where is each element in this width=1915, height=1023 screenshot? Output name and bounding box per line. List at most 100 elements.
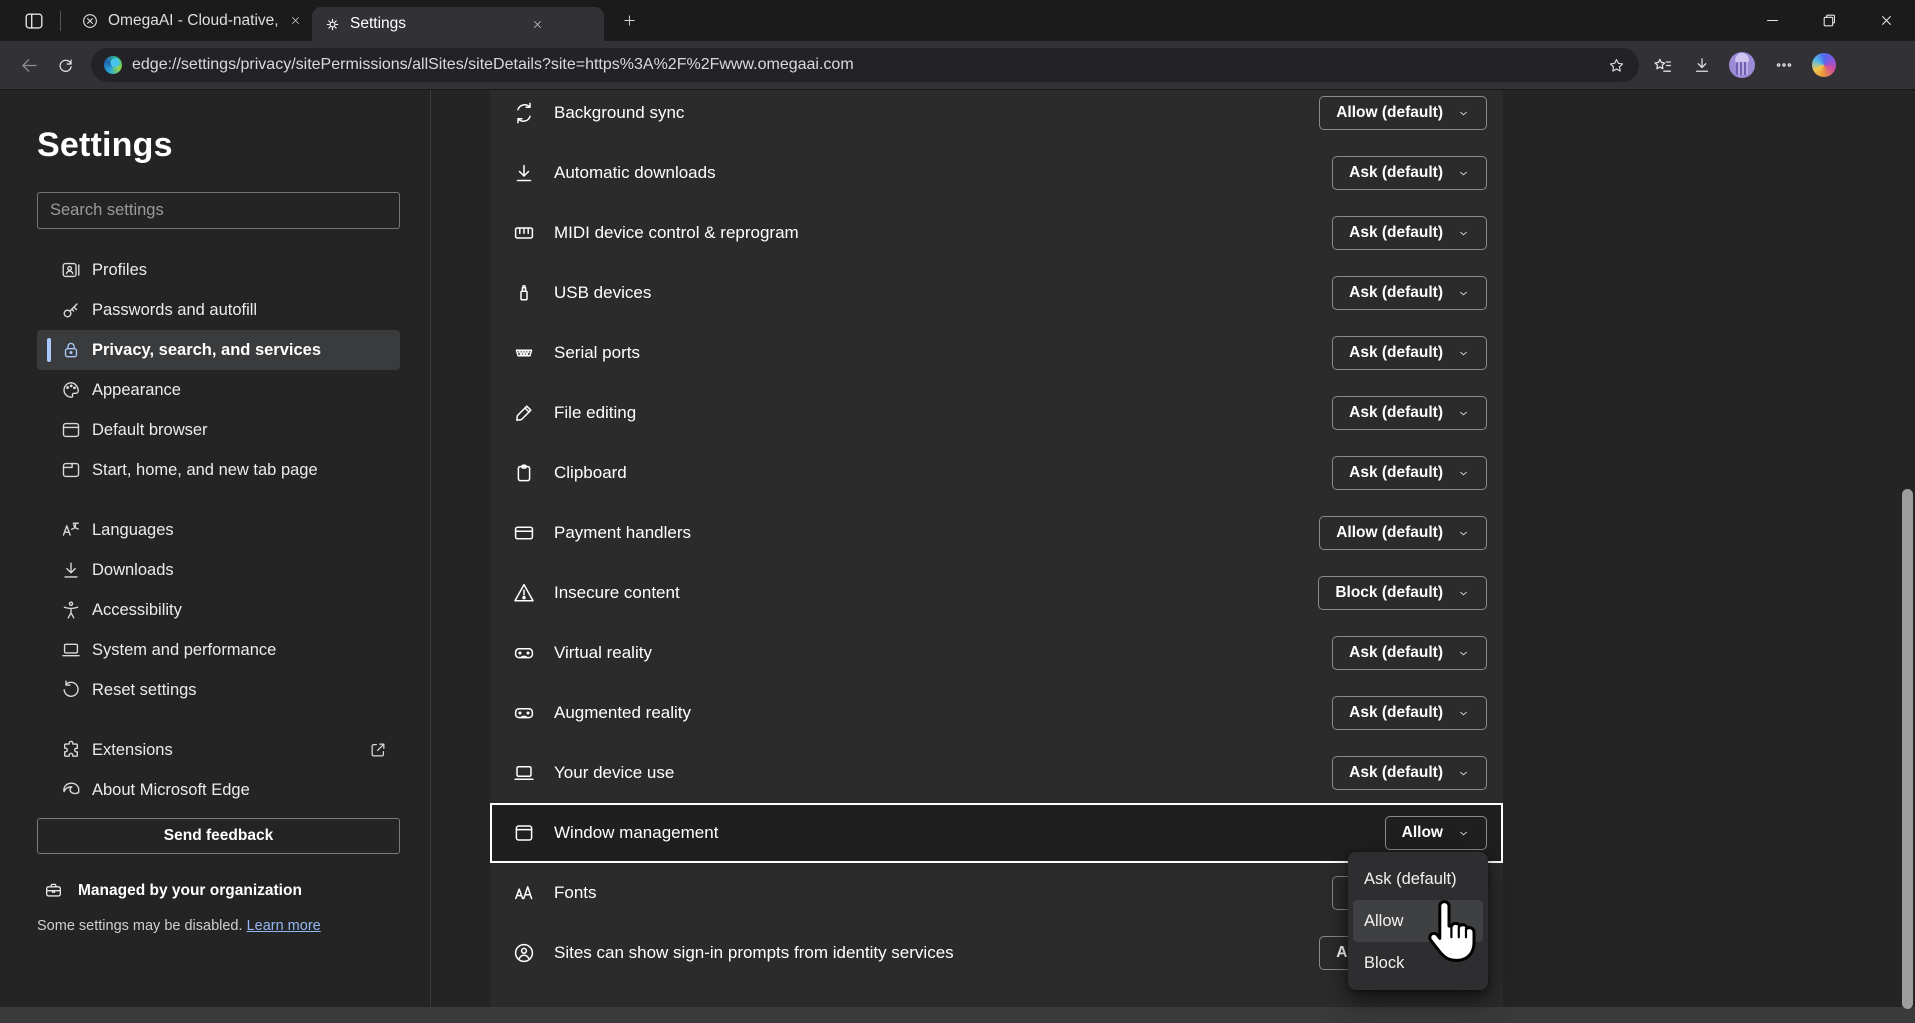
- sidebar-divider: [430, 90, 431, 1007]
- omegaai-favicon: [81, 12, 99, 30]
- tab-close-icon[interactable]: [531, 18, 544, 31]
- sidebar-item-system-and-performance[interactable]: System and performance: [37, 630, 400, 670]
- refresh-icon: [56, 56, 75, 75]
- sidebar-item-extensions[interactable]: Extensions: [37, 730, 400, 770]
- minimize-button[interactable]: [1744, 0, 1801, 41]
- edge-logo-icon: [60, 779, 82, 801]
- learn-more-link[interactable]: Learn more: [247, 918, 321, 934]
- sidebar-item-default-browser[interactable]: Default browser: [37, 410, 400, 450]
- permission-label: Insecure content: [554, 583, 680, 603]
- permission-dropdown-button[interactable]: Ask (default): [1332, 216, 1487, 250]
- clipboard-icon: [512, 461, 536, 485]
- permission-label: Automatic downloads: [554, 163, 716, 183]
- profile-card-icon: [60, 259, 82, 281]
- usb-icon: [512, 281, 536, 305]
- tab-title: OmegaAI - Cloud-native, Zero-Fo: [108, 12, 280, 30]
- permission-dropdown-button[interactable]: Allow (default): [1319, 516, 1487, 550]
- back-arrow-icon: [19, 55, 40, 76]
- permission-row-insecure-content: Insecure content Block (default): [490, 563, 1503, 623]
- sidebar-item-about-microsoft-edge[interactable]: About Microsoft Edge: [37, 770, 400, 810]
- sidebar-item-label: Languages: [92, 521, 174, 540]
- dropdown-value: Ask (default): [1349, 704, 1443, 722]
- gear-icon: [324, 16, 341, 33]
- send-feedback-button[interactable]: Send feedback: [37, 818, 400, 854]
- tab-actions-button[interactable]: [16, 6, 52, 36]
- tab-settings[interactable]: Settings: [312, 7, 604, 41]
- person-circle-icon: [512, 941, 536, 965]
- sidebar-item-downloads[interactable]: Downloads: [37, 550, 400, 590]
- refresh-button[interactable]: [49, 49, 81, 81]
- dropdown-value: Ask (default): [1349, 404, 1443, 422]
- close-button[interactable]: [1858, 0, 1915, 41]
- chevron-down-icon: [1457, 707, 1470, 720]
- restore-icon: [1821, 12, 1838, 29]
- back-button[interactable]: [13, 49, 45, 81]
- permission-row-payment-handlers: Payment handlersAllow (default): [490, 503, 1503, 563]
- palette-icon: [60, 379, 82, 401]
- permission-dropdown-button[interactable]: Allow: [1385, 816, 1487, 850]
- restore-button[interactable]: [1801, 0, 1858, 41]
- sidebar-item-languages[interactable]: Languages: [37, 510, 400, 550]
- permission-dropdown-button[interactable]: Allow (default): [1319, 96, 1487, 130]
- chevron-down-icon: [1457, 467, 1470, 480]
- permission-dropdown-button[interactable]: Ask (default): [1332, 276, 1487, 310]
- permission-label: Window management: [554, 823, 718, 843]
- sidebar-item-appearance[interactable]: Appearance: [37, 370, 400, 410]
- sidebar-item-privacy-search-and-services[interactable]: Privacy, search, and services: [37, 330, 400, 370]
- payment-icon: [512, 521, 536, 545]
- search-input[interactable]: [37, 192, 400, 229]
- dropdown-value: Ask (default): [1349, 764, 1443, 782]
- downloads-button[interactable]: [1685, 48, 1719, 82]
- sidebar-item-label: Privacy, search, and services: [92, 341, 321, 360]
- permission-dropdown-button[interactable]: Ask (default): [1332, 756, 1487, 790]
- copilot-button[interactable]: [1807, 48, 1841, 82]
- permission-dropdown-button[interactable]: Ask (default): [1332, 696, 1487, 730]
- more-menu-button[interactable]: [1767, 48, 1801, 82]
- permission-label: Serial ports: [554, 343, 640, 363]
- permission-dropdown-button[interactable]: Ask (default): [1332, 336, 1487, 370]
- tab-omegaai[interactable]: OmegaAI - Cloud-native, Zero-Fo: [71, 0, 312, 41]
- vertical-scrollbar[interactable]: [1902, 489, 1913, 1009]
- new-tab-button[interactable]: [612, 6, 646, 36]
- permission-dropdown-button[interactable]: Block (default): [1318, 576, 1487, 610]
- permission-dropdown-button[interactable]: Ask (default): [1332, 396, 1487, 430]
- serial-icon: [512, 341, 536, 365]
- bookmark-star-icon[interactable]: [1607, 56, 1626, 75]
- dropdown-value: Ask (default): [1349, 344, 1443, 362]
- address-bar[interactable]: edge://settings/privacy/sitePermissions/…: [91, 48, 1639, 82]
- dropdown-value: Allow: [1402, 824, 1443, 842]
- url-text[interactable]: edge://settings/privacy/sitePermissions/…: [132, 56, 1597, 74]
- permission-dropdown-button[interactable]: Ask (default): [1332, 156, 1487, 190]
- favorites-button[interactable]: [1645, 48, 1679, 82]
- laptop-icon: [60, 639, 82, 661]
- accessibility-icon: [60, 599, 82, 621]
- window-controls: [1744, 0, 1915, 41]
- puzzle-icon: [60, 739, 82, 761]
- permission-dropdown-button[interactable]: Ask (default): [1332, 636, 1487, 670]
- sidebar-item-passwords-and-autofill[interactable]: Passwords and autofill: [37, 290, 400, 330]
- dropdown-value: Allow (default): [1336, 104, 1443, 122]
- sidebar-item-reset-settings[interactable]: Reset settings: [37, 670, 400, 710]
- sidebar-item-start-home-and-new-tab-page[interactable]: Start, home, and new tab page: [37, 450, 400, 490]
- profile-avatar[interactable]: [1729, 52, 1755, 78]
- permission-row-file-editing: File editingAsk (default): [490, 383, 1503, 443]
- reset-icon: [60, 679, 82, 701]
- permission-dropdown-button[interactable]: Ask (default): [1332, 456, 1487, 490]
- fonts-icon: [512, 881, 536, 905]
- download-icon: [512, 161, 536, 185]
- sidebar-item-profiles[interactable]: Profiles: [37, 250, 400, 290]
- tab-layout-icon: [23, 10, 45, 32]
- sidebar-item-accessibility[interactable]: Accessibility: [37, 590, 400, 630]
- chevron-down-icon: [1457, 407, 1470, 420]
- chevron-down-icon: [1457, 527, 1470, 540]
- sidebar-item-label: Start, home, and new tab page: [92, 461, 318, 480]
- translate-icon: [60, 519, 82, 541]
- permission-row-background-sync: Background syncAllow (default): [490, 90, 1503, 143]
- permission-label: MIDI device control & reprogram: [554, 223, 799, 243]
- menu-item-ask-default[interactable]: Ask (default): [1348, 858, 1488, 900]
- sidebar-item-label: Reset settings: [92, 681, 197, 700]
- tab-close-icon[interactable]: [289, 14, 302, 27]
- menu-item-label: Block: [1364, 954, 1404, 973]
- window-bottom-edge: [0, 1007, 1915, 1023]
- laptop-icon: [512, 761, 536, 785]
